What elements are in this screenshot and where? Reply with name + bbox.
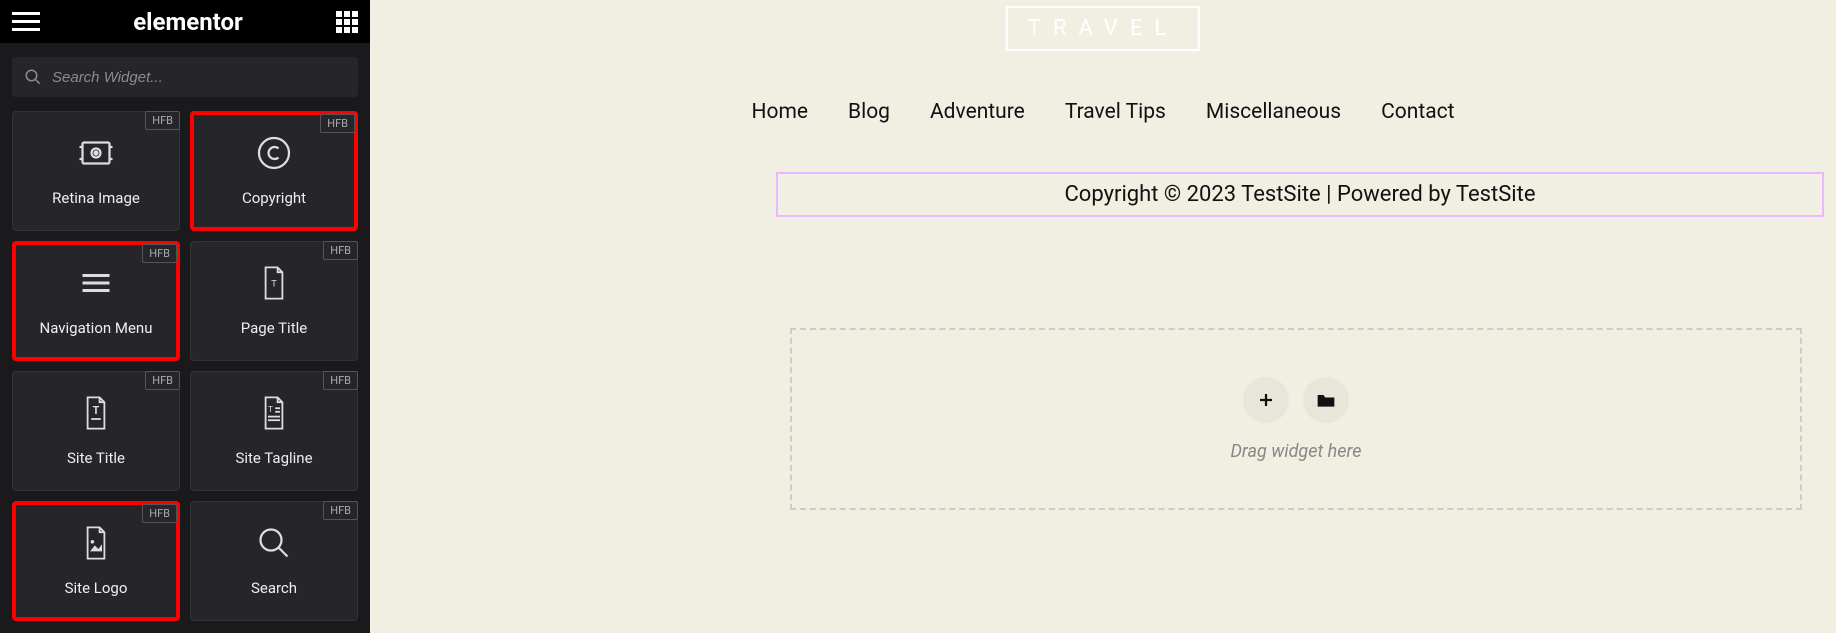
svg-text:T: T: [268, 405, 273, 415]
template-library-button[interactable]: [1303, 377, 1349, 423]
widget-site-logo[interactable]: HFB Site Logo: [12, 501, 180, 621]
hfb-badge: HFB: [323, 241, 358, 260]
hfb-badge: HFB: [145, 111, 180, 130]
elementor-logo: elementor: [133, 8, 243, 36]
widget-label: Copyright: [242, 189, 306, 207]
site-logo-text: TRAVEL: [1006, 6, 1200, 51]
nav-link-adventure[interactable]: Adventure: [930, 100, 1025, 124]
widget-grid: HFB Retina Image HFB Copyright HFB Navig…: [0, 111, 370, 633]
search-box: [12, 57, 358, 97]
search-widget-icon: [256, 525, 292, 561]
widget-label: Retina Image: [52, 189, 140, 207]
widget-label: Search: [251, 579, 297, 597]
widget-label: Site Title: [67, 449, 125, 467]
folder-icon: [1316, 391, 1336, 409]
page-title-icon: T: [259, 265, 289, 301]
nav-link-travel-tips[interactable]: Travel Tips: [1065, 100, 1166, 124]
widget-page-title[interactable]: HFB T Page Title: [190, 241, 358, 361]
hfb-badge: HFB: [323, 371, 358, 390]
nav-link-miscellaneous[interactable]: Miscellaneous: [1206, 100, 1341, 124]
search-input[interactable]: [52, 69, 346, 86]
widget-site-tagline[interactable]: HFB T Site Tagline: [190, 371, 358, 491]
hfb-badge: HFB: [323, 501, 358, 520]
sidebar-header: elementor: [0, 0, 370, 43]
widget-label: Site Logo: [65, 579, 128, 597]
widget-label: Page Title: [241, 319, 307, 337]
site-title-icon: T: [81, 395, 111, 431]
widget-copyright[interactable]: HFB Copyright: [190, 111, 358, 231]
hfb-badge: HFB: [145, 371, 180, 390]
copyright-widget[interactable]: Copyright © 2023 TestSite | Powered by T…: [776, 172, 1824, 217]
svg-text:T: T: [93, 404, 100, 417]
plus-icon: [1257, 391, 1275, 409]
widget-dropzone[interactable]: Drag widget here: [790, 328, 1802, 510]
add-widget-button[interactable]: [1243, 377, 1289, 423]
site-nav: Home Blog Adventure Travel Tips Miscella…: [370, 100, 1836, 124]
dropzone-hint: Drag widget here: [1230, 441, 1361, 462]
site-tagline-icon: T: [259, 395, 289, 431]
hfb-badge: HFB: [320, 114, 355, 133]
nav-link-home[interactable]: Home: [752, 100, 809, 124]
search-wrap: [0, 43, 370, 111]
dropzone-buttons: [1243, 377, 1349, 423]
site-logo-icon: [81, 525, 111, 561]
copyright-icon: [256, 135, 292, 171]
elementor-sidebar: elementor HFB Retina Image HFB Copyright…: [0, 0, 370, 633]
nav-link-blog[interactable]: Blog: [848, 100, 890, 124]
widget-search[interactable]: HFB Search: [190, 501, 358, 621]
widget-site-title[interactable]: HFB T Site Title: [12, 371, 180, 491]
preview-canvas: TRAVEL Home Blog Adventure Travel Tips M…: [370, 0, 1836, 633]
svg-text:T: T: [271, 279, 277, 290]
hamburger-menu-icon[interactable]: [12, 8, 40, 36]
widget-label: Navigation Menu: [40, 319, 153, 337]
widget-navigation-menu[interactable]: HFB Navigation Menu: [12, 241, 180, 361]
hfb-badge: HFB: [142, 504, 177, 523]
hfb-badge: HFB: [142, 244, 177, 263]
widget-retina-image[interactable]: HFB Retina Image: [12, 111, 180, 231]
nav-link-contact[interactable]: Contact: [1381, 100, 1454, 124]
retina-image-icon: [78, 135, 114, 171]
widget-label: Site Tagline: [235, 449, 312, 467]
navigation-menu-icon: [78, 265, 114, 301]
apps-grid-icon[interactable]: [336, 11, 358, 33]
search-icon: [24, 68, 42, 86]
